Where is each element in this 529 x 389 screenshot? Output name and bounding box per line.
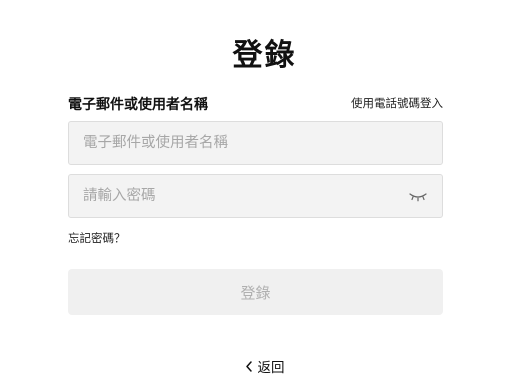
page-title: 登錄 — [232, 38, 297, 73]
eye-closed-icon[interactable] — [408, 189, 428, 203]
email-field-container — [68, 121, 443, 165]
back-label: 返回 — [257, 360, 285, 376]
login-page: 登錄 電子郵件或使用者名稱 使用電話號碼登入 忘記密碼？ 登錄 返回 — [0, 0, 529, 389]
forgot-password-link[interactable]: 忘記密碼？ — [68, 230, 126, 246]
email-field-label: 電子郵件或使用者名稱 — [68, 97, 208, 113]
email-input[interactable] — [69, 122, 442, 164]
password-input[interactable] — [69, 175, 442, 217]
login-button[interactable]: 登錄 — [68, 269, 443, 315]
back-row: 返回 — [0, 356, 529, 376]
chevron-left-icon — [245, 360, 253, 376]
password-field-container — [68, 174, 443, 218]
back-button[interactable]: 返回 — [245, 356, 285, 376]
phone-login-link[interactable]: 使用電話號碼登入 — [351, 95, 443, 111]
email-label-row: 電子郵件或使用者名稱 使用電話號碼登入 — [68, 94, 443, 114]
